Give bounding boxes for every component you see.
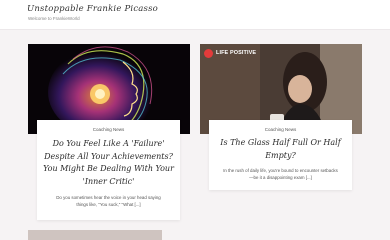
post-card-1: Coaching News Do You Feel Like A 'Failur…: [37, 120, 180, 220]
post-title[interactable]: Do You Feel Like A 'Failure' Despite All…: [43, 138, 174, 188]
post-thumbnail-3[interactable]: [28, 230, 162, 240]
post-card-2: Coaching News Is The Glass Half Full Or …: [209, 120, 352, 190]
site-title[interactable]: Unstoppable Frankie Picasso: [27, 4, 158, 14]
post-excerpt: In the rush of daily life, you're bound …: [223, 168, 338, 180]
site-header: Unstoppable Frankie Picasso Welcome to F…: [0, 0, 390, 30]
post-category[interactable]: Coaching News: [37, 127, 180, 132]
post-category[interactable]: Coaching News: [209, 127, 352, 132]
site-tagline: Welcome to FrankieWorld: [28, 16, 80, 21]
post-title[interactable]: Is The Glass Half Full Or Half Empty?: [215, 137, 346, 162]
image-badge: LIFE POSITIVE: [216, 50, 257, 56]
life-positive-logo-icon: [204, 49, 213, 58]
post-excerpt: Do you sometimes hear the voice in your …: [56, 195, 161, 207]
